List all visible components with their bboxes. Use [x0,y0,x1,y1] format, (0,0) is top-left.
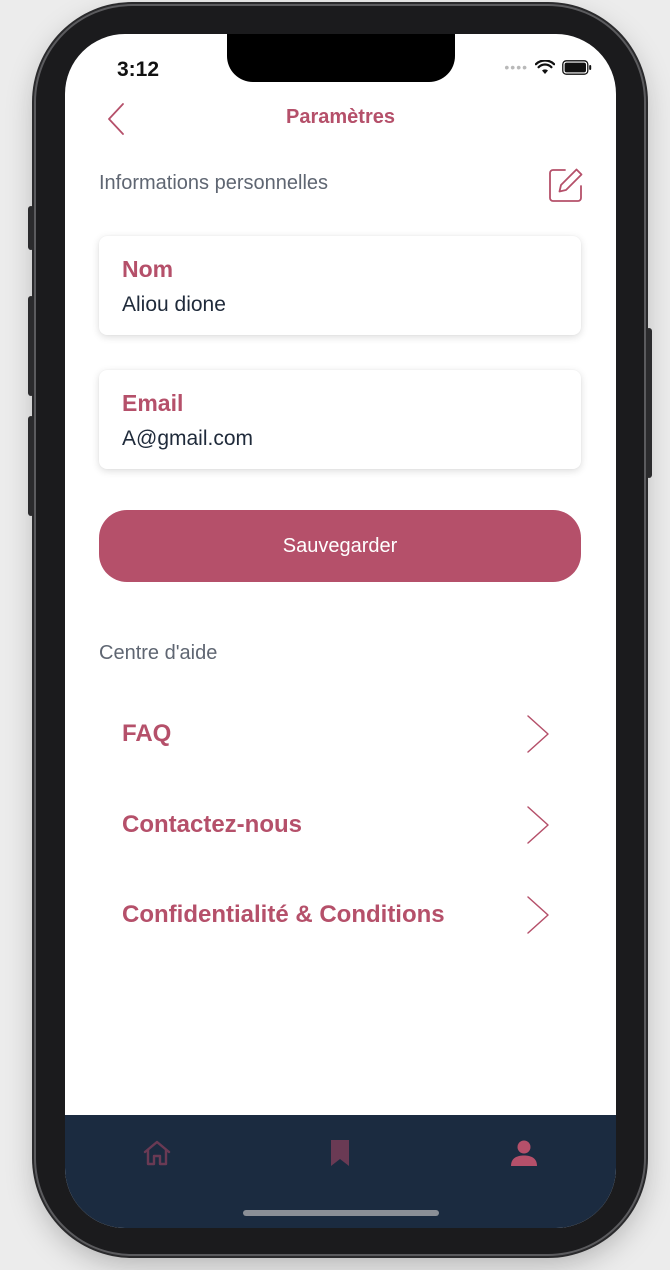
tab-bar [65,1115,616,1228]
personal-info-section-label: Informations personnelles [99,172,329,194]
help-item-faq[interactable]: FAQ [99,704,581,764]
help-item-privacy-terms[interactable]: Confidentialité & Conditions [99,885,581,945]
user-icon [511,1140,537,1166]
email-field[interactable]: Email A@gmail.com [99,370,581,469]
help-center-section-label: Centre d'aide [99,642,218,664]
help-item-label: Contactez-nous [122,811,302,838]
battery-icon [562,59,592,75]
tab-bookmarks[interactable] [320,1133,360,1173]
mute-switch [28,206,34,250]
save-button[interactable]: Sauvegarder [99,510,581,582]
app-screen: 3:12 •••• Paramètres Informations person… [65,34,616,1228]
name-field-label: Nom [122,256,174,282]
volume-up-button [28,296,34,396]
email-field-value[interactable]: A@gmail.com [122,427,253,451]
edit-icon[interactable] [548,167,584,203]
home-icon [143,1140,171,1166]
status-icons: •••• [504,59,592,75]
chevron-right-icon [527,715,549,753]
name-field[interactable]: Nom Aliou dione [99,236,581,335]
tab-home[interactable] [137,1133,177,1173]
chevron-right-icon [527,806,549,844]
email-field-label: Email [122,390,184,416]
home-indicator [243,1210,439,1216]
status-time: 3:12 [117,58,160,81]
help-item-label: Confidentialité & Conditions [122,901,445,928]
chevron-right-icon [527,896,549,934]
tab-profile[interactable] [504,1133,544,1173]
help-item-label: FAQ [122,720,172,747]
signal-dots-icon: •••• [504,59,528,75]
bookmark-icon [331,1140,349,1166]
volume-down-button [28,416,34,516]
help-item-contact[interactable]: Contactez-nous [99,795,581,855]
wifi-icon [535,59,555,74]
name-field-value[interactable]: Aliou dione [122,293,226,317]
power-button [646,328,652,478]
notch [227,34,455,82]
page-title: Paramètres [286,106,395,128]
